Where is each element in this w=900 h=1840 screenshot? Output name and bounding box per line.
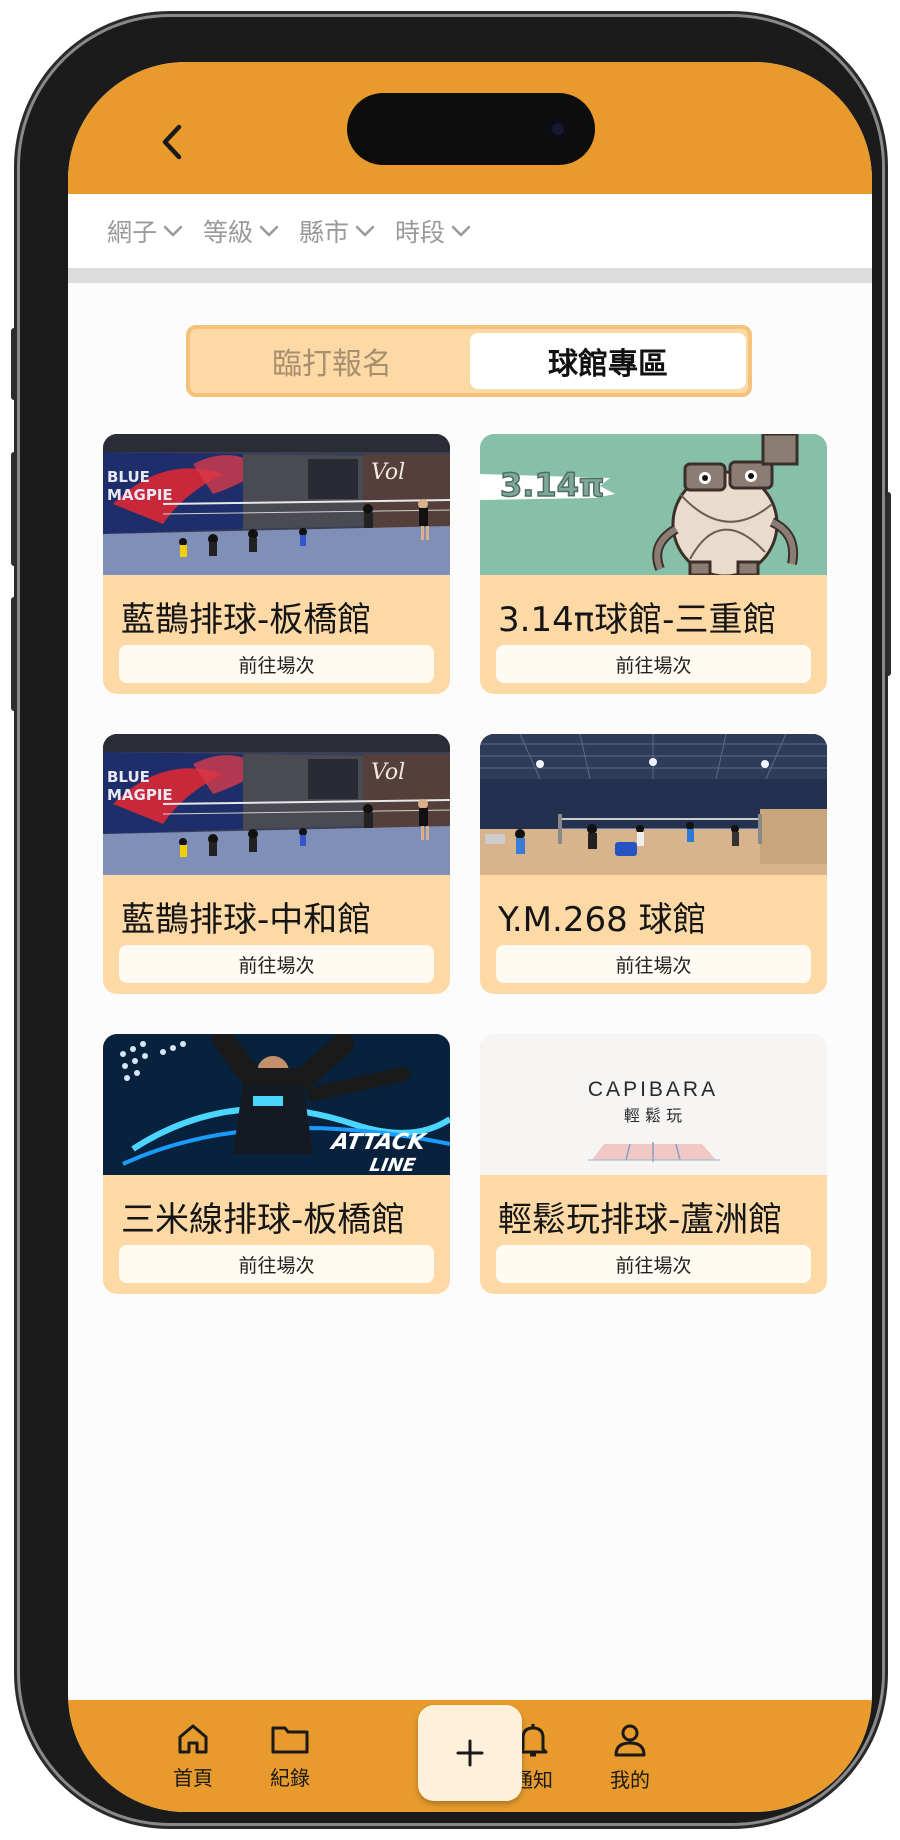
chevron-down-icon (163, 225, 183, 237)
volume-up-button (11, 452, 17, 566)
venue-photo: Vol BLUE MAGPIE (103, 434, 450, 575)
venue-name: 藍鵲排球-板橋館 (121, 600, 372, 640)
divider (68, 268, 872, 283)
filter-label: 等級 (203, 218, 254, 247)
chevron-left-icon[interactable] (148, 118, 196, 166)
venue-name: Y.M.268 球館 (498, 900, 707, 940)
dynamic-island (347, 93, 595, 165)
go-to-sessions-button[interactable]: 前往場次 (496, 1245, 811, 1283)
go-to-sessions-button[interactable]: 前往場次 (496, 945, 811, 983)
action-button (11, 328, 17, 400)
venue-photo (480, 734, 827, 875)
filter-label: 網子 (107, 218, 158, 247)
vol-logo-text: Vol (371, 460, 405, 485)
magpie-text: MAGPIE (107, 786, 173, 804)
venue-card[interactable]: Y.M.268 球館 前往場次 (480, 734, 827, 994)
go-to-sessions-button[interactable]: 前往場次 (119, 645, 434, 683)
filter-net[interactable]: 網子 (107, 213, 183, 249)
go-to-sessions-button[interactable]: 前往場次 (496, 645, 811, 683)
tab-home[interactable]: 首頁 (148, 1722, 238, 1791)
tab-profile[interactable]: 我的 (585, 1722, 675, 1793)
pi-logo-text: 3.14π (500, 466, 604, 504)
filter-time[interactable]: 時段 (395, 213, 471, 249)
venue-card[interactable]: 3.14π 3.14π球館-三重館 前往場次 (480, 434, 827, 694)
add-button[interactable] (418, 1705, 522, 1801)
venue-name: 藍鵲排球-中和館 (121, 900, 372, 940)
tab-label: 首頁 (173, 1766, 213, 1790)
tab-records[interactable]: 紀錄 (245, 1722, 335, 1791)
volume-down-button (11, 597, 17, 711)
folder-icon (271, 1726, 309, 1754)
tab-label: 我的 (610, 1768, 650, 1792)
chevron-down-icon (451, 225, 471, 237)
venue-photo: 3.14π (480, 434, 827, 575)
blue-text: BLUE (107, 468, 150, 486)
segmented-control: 臨打報名 球館專區 (186, 325, 752, 397)
filter-bar: 網子 等級 縣市 時段 (68, 194, 872, 268)
chevron-down-icon (355, 225, 375, 237)
venue-photo: Vol BLUE MAGPIE (103, 734, 450, 875)
filter-city[interactable]: 縣市 (299, 213, 375, 249)
venue-card[interactable]: Vol BLUE MAGPIE 藍鵲 (103, 734, 450, 994)
go-to-sessions-button[interactable]: 前往場次 (119, 945, 434, 983)
attack-text: ATTACK (328, 1129, 430, 1155)
venue-name: 3.14π球館-三重館 (498, 600, 777, 640)
capibara-sub-text: 輕 鬆 玩 (624, 1106, 682, 1125)
capibara-logo-text: CAPIBARA (588, 1078, 718, 1101)
tab-label: 紀錄 (270, 1766, 310, 1790)
venue-name: 輕鬆玩排球-蘆洲館 (498, 1200, 783, 1240)
venue-name: 三米線排球-板橋館 (121, 1200, 406, 1240)
camera-icon (547, 118, 569, 140)
vol-logo-text: Vol (371, 760, 405, 785)
line-text: LINE (368, 1155, 418, 1175)
venue-card[interactable]: CAPIBARA 輕 鬆 玩 輕鬆玩排球-蘆洲館 前往場次 (480, 1034, 827, 1294)
user-icon (614, 1724, 646, 1757)
plus-icon (456, 1739, 484, 1767)
filter-level[interactable]: 等級 (203, 213, 279, 249)
phone-frame: 網子 等級 縣市 時段 臨打報名 球館專區 Vol BLUE MAGPIE 藍鵲… (11, 17, 891, 1823)
filter-label: 縣市 (299, 218, 350, 247)
power-button (885, 492, 891, 676)
venue-photo: CAPIBARA 輕 鬆 玩 (480, 1034, 827, 1175)
filter-label: 時段 (395, 218, 446, 247)
go-to-sessions-button[interactable]: 前往場次 (119, 1245, 434, 1283)
tab-venue-zone[interactable]: 球館專區 (470, 333, 746, 389)
chevron-down-icon (259, 225, 279, 237)
home-icon (178, 1724, 208, 1754)
venue-photo: ATTACK LINE (103, 1034, 450, 1175)
header-bar (68, 62, 872, 194)
venue-card[interactable]: Vol BLUE MAGPIE 藍鵲 (103, 434, 450, 694)
venue-card[interactable]: ATTACK LINE 三米線排球-板橋館 前往場次 (103, 1034, 450, 1294)
app-screen: 網子 等級 縣市 時段 臨打報名 球館專區 Vol BLUE MAGPIE 藍鵲… (68, 62, 872, 1812)
magpie-text: MAGPIE (107, 486, 173, 504)
blue-text: BLUE (107, 768, 150, 786)
tab-casual-signup[interactable]: 臨打報名 (194, 333, 470, 389)
